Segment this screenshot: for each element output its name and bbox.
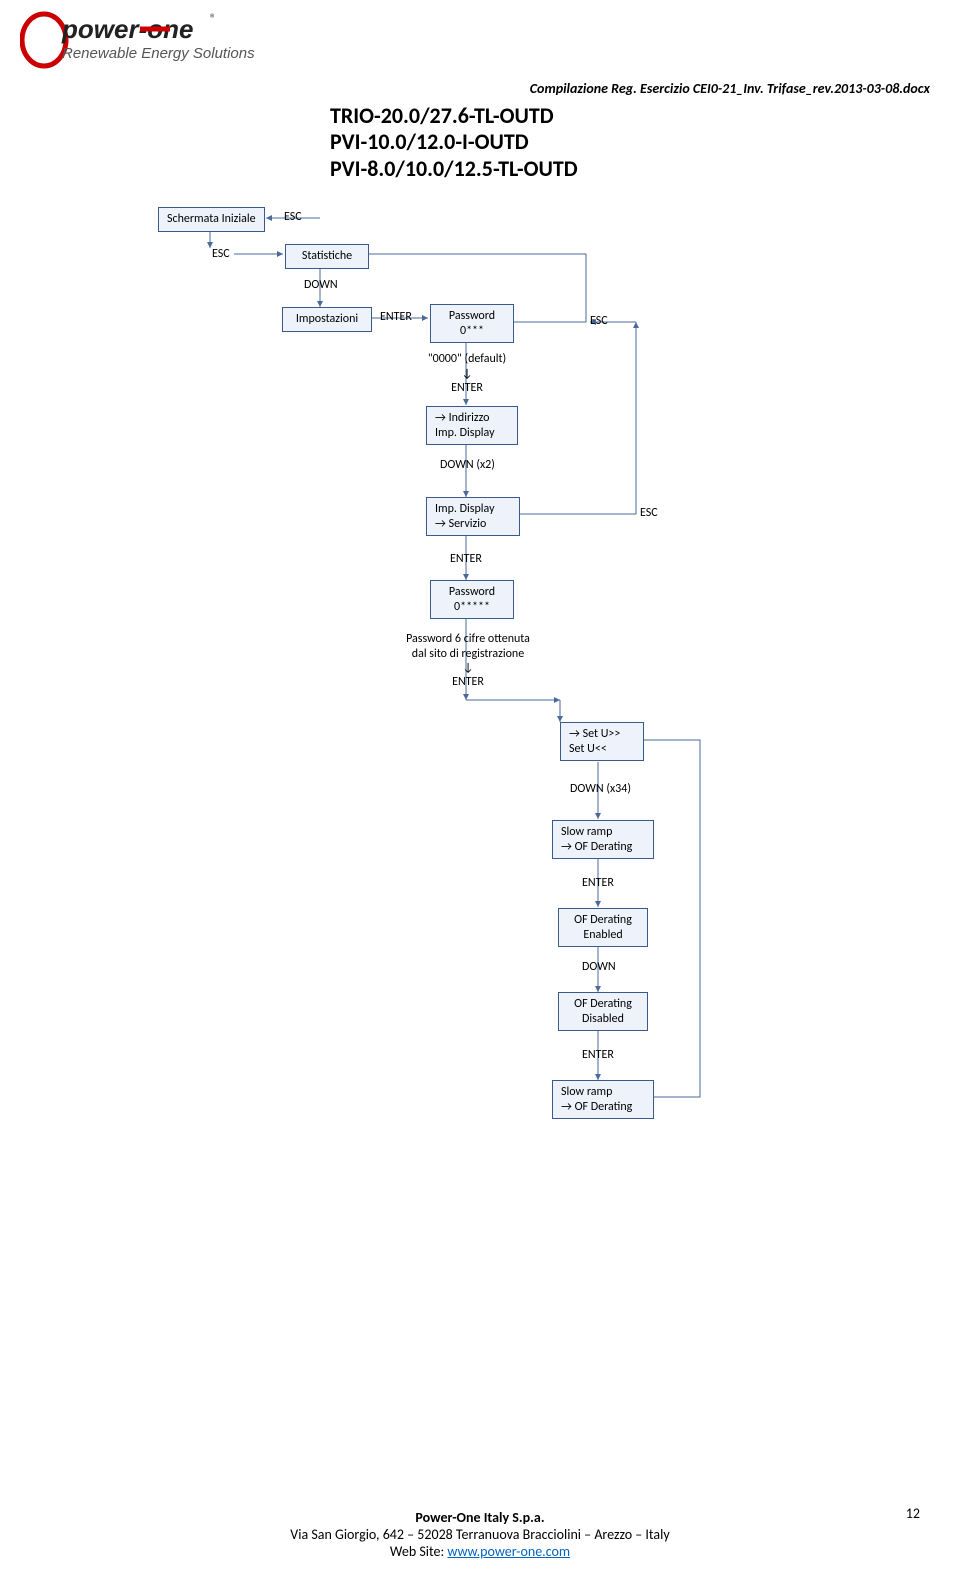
label-down-x2: DOWN (x2) xyxy=(440,458,495,472)
label-esc-right-2: ESC xyxy=(640,506,658,520)
footer-company: Power-One Italy S.p.a. xyxy=(415,1509,544,1526)
node-slow-ramp-1: Slow ramp → OF Derating xyxy=(552,820,654,859)
label-esc-top: ESC xyxy=(284,210,302,224)
footer-address: Via San Giorgio, 642 – 52028 Terranuova … xyxy=(290,1526,669,1543)
footer: 12 Power-One Italy S.p.a. Via San Giorgi… xyxy=(0,1509,960,1560)
node-statistiche: Statistiche xyxy=(285,244,369,268)
svg-text:®: ® xyxy=(210,12,216,26)
label-enter-4: ENTER xyxy=(582,1048,614,1062)
label-enter-1: ENTER xyxy=(380,310,412,324)
node-of-derating-enabled: OF Derating Enabled xyxy=(558,908,648,947)
node-set-u: → Set U>> Set U<< xyxy=(560,722,644,761)
logo: power-one ® Renewable Energy Solutions xyxy=(0,0,960,74)
node-of-derating-disabled: OF Derating Disabled xyxy=(558,992,648,1031)
svg-text:power-one: power-one xyxy=(61,14,193,44)
label-esc-left: ESC xyxy=(212,247,230,261)
node-schermata-iniziale: Schermata Iniziale xyxy=(158,207,265,231)
label-down-2: DOWN xyxy=(582,960,616,974)
label-password-6-cifre: Password 6 cifre ottenuta dal sito di re… xyxy=(396,632,540,690)
label-default-enter: "0000" (default) ↓ ENTER xyxy=(424,352,510,395)
title-line-3: PVI-8.0/10.0/12.5-TL-OUTD xyxy=(330,156,960,182)
label-enter-3: ENTER xyxy=(582,876,614,890)
footer-web-label: Web Site: xyxy=(390,1543,448,1560)
svg-text:Renewable Energy Solutions: Renewable Energy Solutions xyxy=(62,45,255,62)
node-imp-display-servizio: Imp. Display → Servizio xyxy=(426,497,520,536)
node-indirizzo: → Indirizzo Imp. Display xyxy=(426,406,518,445)
label-enter-2: ENTER xyxy=(450,552,482,566)
node-impostazioni: Impostazioni xyxy=(282,307,372,331)
page-number: 12 xyxy=(906,1505,920,1522)
node-slow-ramp-2: Slow ramp → OF Derating xyxy=(552,1080,654,1119)
title-line-1: TRIO-20.0/27.6-TL-OUTD xyxy=(330,103,960,129)
footer-web-link[interactable]: www.power-one.com xyxy=(447,1543,570,1560)
label-down-1: DOWN xyxy=(304,278,338,292)
page-title: TRIO-20.0/27.6-TL-OUTD PVI-10.0/12.0-I-O… xyxy=(330,103,960,182)
node-password-1: Password 0*** xyxy=(430,304,514,343)
title-line-2: PVI-10.0/12.0-I-OUTD xyxy=(330,129,960,155)
flowchart: Schermata Iniziale Statistiche Impostazi… xyxy=(0,192,960,1282)
document-path: Compilazione Reg. Esercizio CEI0-21_Inv.… xyxy=(0,74,960,97)
label-down-x34: DOWN (x34) xyxy=(570,782,631,796)
node-password-2: Password 0***** xyxy=(430,580,514,619)
label-esc-right-1: ESC xyxy=(590,314,608,328)
